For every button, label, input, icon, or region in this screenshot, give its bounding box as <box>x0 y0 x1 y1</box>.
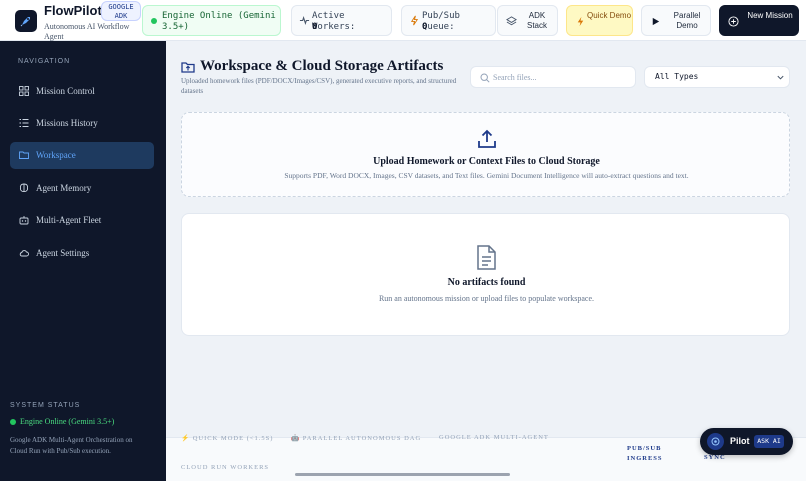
app-subtitle: Autonomous AI Workflow Agent <box>44 22 130 41</box>
sidebar-item-mission-control[interactable]: Mission Control <box>10 78 154 105</box>
upload-dropzone[interactable]: Upload Homework or Context Files to Clou… <box>181 112 790 197</box>
parallel-demo-button[interactable]: Parallel Demo <box>641 5 711 36</box>
system-status-text: Engine Online (Gemini 3.5+) <box>20 417 115 426</box>
sidebar-item-agent-memory[interactable]: Agent Memory <box>10 175 154 202</box>
online-dot-icon <box>10 419 16 425</box>
play-icon <box>652 17 660 26</box>
active-workers-pill: Active Workers: 0 <box>291 5 392 36</box>
lightning-icon <box>410 15 419 26</box>
sidebar-item-label: Workspace <box>36 150 76 160</box>
chevron-down-icon <box>777 75 784 80</box>
system-status-description: Google ADK Multi-Agent Orchestration on … <box>10 436 133 455</box>
ask-ai-badge: ASK AI <box>754 435 784 448</box>
quick-demo-button[interactable]: Quick Demo <box>566 5 633 36</box>
empty-title: No artifacts found <box>447 277 526 288</box>
list-icon <box>19 119 29 127</box>
empty-description: Run an autonomous mission or upload file… <box>378 294 595 303</box>
sidebar-item-multi-agent-fleet[interactable]: Multi-Agent Fleet <box>10 207 154 234</box>
quick-demo-label: Quick Demo <box>587 11 632 20</box>
sidebar-item-label: Agent Memory <box>36 183 92 193</box>
sidebar-item-label: Multi-Agent Fleet <box>36 215 102 225</box>
new-mission-button[interactable]: New Mission <box>719 5 799 36</box>
pubsub-queue-pill: Pub/Sub Queue: 0 <box>401 5 496 36</box>
engine-status-pill: Engine Online (Gemini 3.5+) <box>142 5 281 36</box>
footer-parallel-dag: 🤖 PARALLEL AUTONOMOUS DAG <box>291 435 422 442</box>
footer-adk-multi-agent: GOOGLE ADK MULTI-AGENT <box>439 434 549 441</box>
sidebar-item-agent-settings[interactable]: Agent Settings <box>10 240 154 267</box>
search-icon <box>480 73 490 83</box>
horizontal-scrollbar[interactable] <box>295 473 510 476</box>
top-header: FlowPilot GOOGLE ADK Autonomous AI Workf… <box>0 0 806 41</box>
system-status-label: SYSTEM STATUS <box>10 402 81 409</box>
sidebar-item-missions-history[interactable]: Missions History <box>10 110 154 137</box>
adk-stack-button[interactable]: ADK Stack <box>497 5 558 36</box>
pilot-name: Pilot <box>730 436 750 446</box>
file-type-select[interactable]: All Types <box>644 66 790 88</box>
folder-icon <box>19 151 29 159</box>
parallel-demo-label: Parallel Demo <box>673 11 701 30</box>
footer-sync: SYNC <box>704 454 726 461</box>
footer-quick-mode: ⚡ QUICK MODE (<1.5S) <box>181 435 274 442</box>
new-mission-label: New Mission <box>747 11 793 20</box>
search-input[interactable] <box>493 70 631 85</box>
grid-icon <box>19 86 29 96</box>
file-text-icon <box>477 245 496 270</box>
footer-cloud-run: CLOUD RUN WORKERS <box>181 464 270 471</box>
sidebar-item-label: Mission Control <box>36 86 95 96</box>
footer-pubsub: PUB/SUB INGRESS <box>627 445 663 462</box>
pubsub-queue-label: Pub/Sub Queue: <box>422 11 460 32</box>
upload-title: Upload Homework or Context Files to Clou… <box>373 156 600 167</box>
bolt-icon <box>577 16 584 27</box>
artifacts-empty-state: No artifacts found Run an autonomous mis… <box>181 213 790 336</box>
folder-upload-icon <box>181 62 195 73</box>
online-dot-icon <box>151 18 157 24</box>
engine-status-text: Engine Online (Gemini 3.5+) <box>162 11 276 32</box>
page-subtitle: Uploaded homework files (PDF/DOCX/Images… <box>181 77 457 95</box>
bot-icon <box>19 216 29 225</box>
activity-icon <box>299 16 310 25</box>
rocket-icon <box>20 17 30 27</box>
pubsub-queue-value: 0 <box>422 22 428 32</box>
pilot-ai-button[interactable]: Pilot ASK AI <box>700 428 793 455</box>
brain-icon <box>19 183 29 193</box>
sidebar-item-label: Agent Settings <box>36 248 90 258</box>
upload-icon <box>478 129 496 148</box>
sidebar-item-label: Missions History <box>36 118 98 128</box>
sidebar: NAVIGATION Mission Control Missions Hist… <box>0 41 166 481</box>
page-title: Workspace & Cloud Storage Artifacts <box>200 58 444 74</box>
plus-circle-icon <box>728 16 739 27</box>
active-workers-label: Active Workers: <box>312 11 356 32</box>
file-type-selected: All Types <box>655 72 699 81</box>
adk-stack-label: ADK Stack <box>526 11 547 30</box>
sparkle-icon <box>711 437 720 446</box>
upload-description: Supports PDF, Word DOCX, Images, CSV dat… <box>284 171 689 180</box>
active-workers-value: 0 <box>312 22 318 32</box>
adk-badge: GOOGLE ADK <box>101 1 141 21</box>
cloud-icon <box>19 250 29 257</box>
nav-section-label: NAVIGATION <box>18 58 71 65</box>
logo[interactable] <box>15 10 37 32</box>
pilot-avatar <box>707 433 724 450</box>
app-name: FlowPilot <box>44 3 102 18</box>
sidebar-item-workspace[interactable]: Workspace <box>10 142 154 169</box>
search-box <box>470 66 636 88</box>
layers-icon <box>506 16 517 26</box>
